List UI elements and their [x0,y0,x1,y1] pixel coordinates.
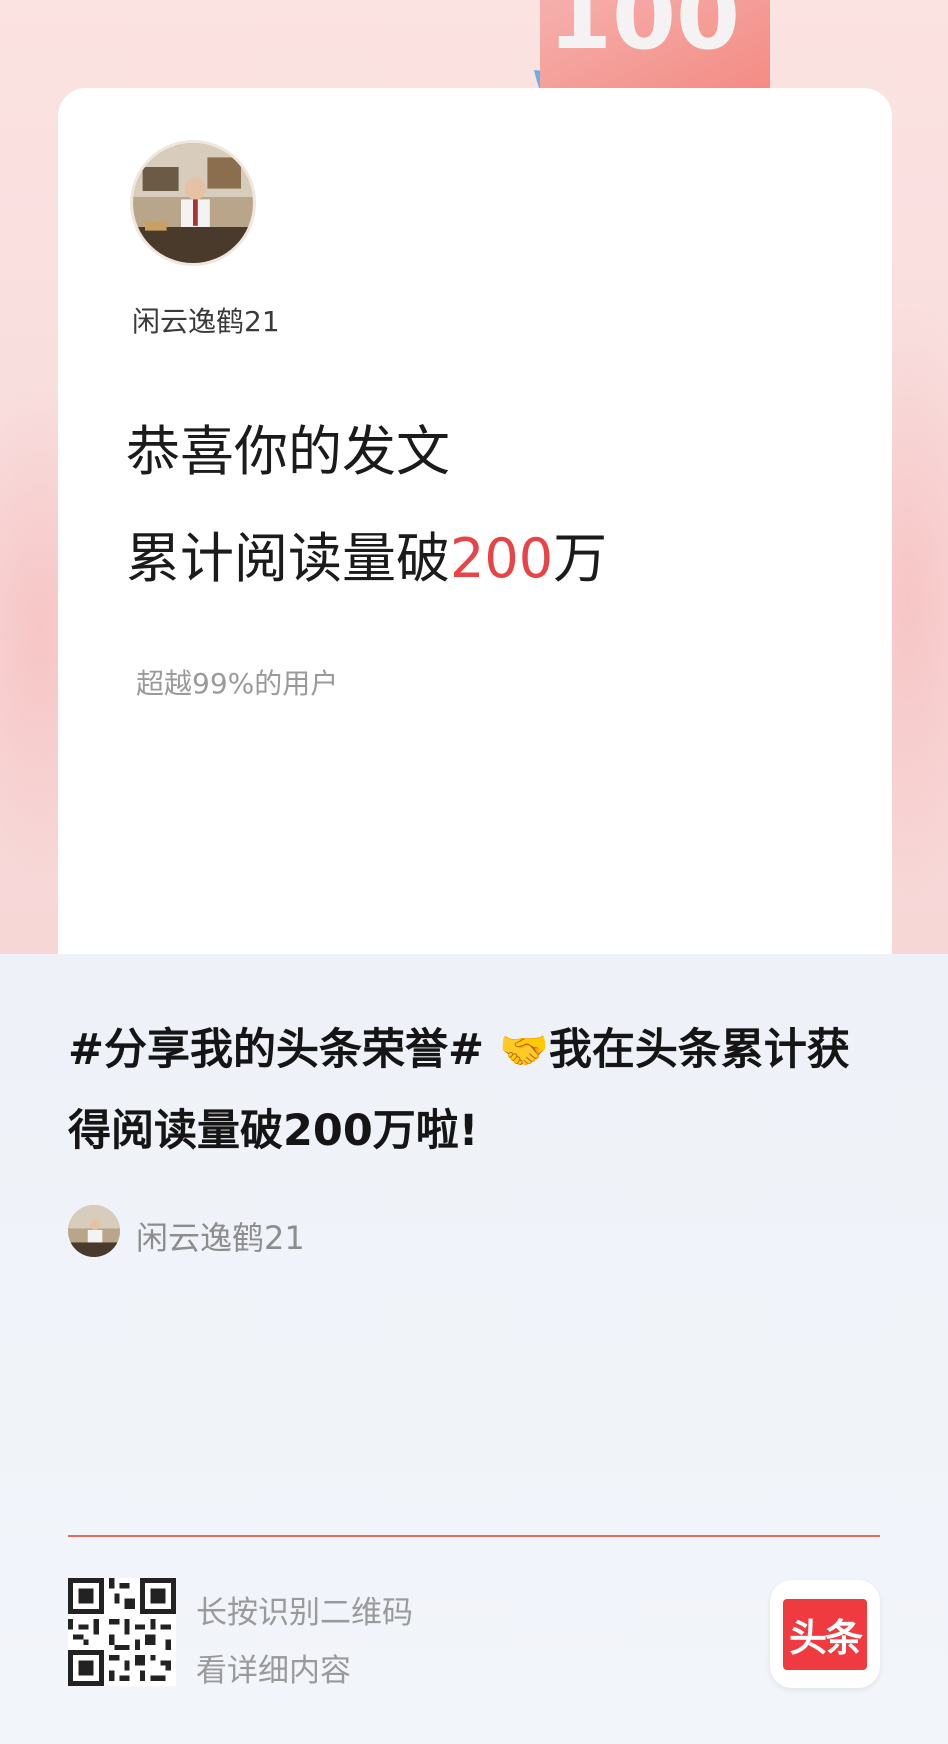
toutiao-logo[interactable]: 头条 [770,1580,880,1688]
post-text: #分享我的头条荣誉# 🤝我在头条累计获得阅读量破200万啦! [68,1010,888,1171]
qr-code-icon[interactable] [68,1578,176,1686]
headline-line1: 恭喜你的发文 [126,420,450,483]
scan-line1: 长按识别二维码 [196,1595,413,1631]
badge-number: 100 [548,0,740,70]
headline-line2: 累计阅读量破200万 [126,532,607,586]
scan-line2: 看详细内容 [196,1653,351,1689]
author-name[interactable]: 闲云逸鹤21 [136,1213,305,1259]
card-username: 闲云逸鹤21 [132,305,280,338]
avatar-image [133,143,253,263]
post-hashtag-text: #分享我的头条荣誉# [68,1025,500,1075]
user-avatar[interactable] [130,140,256,266]
rank-text: 超越99%的用户 [136,667,339,700]
author-avatar[interactable] [68,1205,120,1257]
author-avatar-image [68,1205,120,1257]
toutiao-logo-text: 头条 [782,1598,867,1670]
footer-divider [68,1535,880,1537]
handshake-icon: 🤝 [499,1028,549,1074]
headline-line2-suffix: 万 [553,527,608,590]
read-count-number: 200 [450,527,554,590]
headline-line2-prefix: 累计阅读量破 [126,527,450,590]
scan-instructions: 长按识别二维码 看详细内容 [196,1584,413,1700]
